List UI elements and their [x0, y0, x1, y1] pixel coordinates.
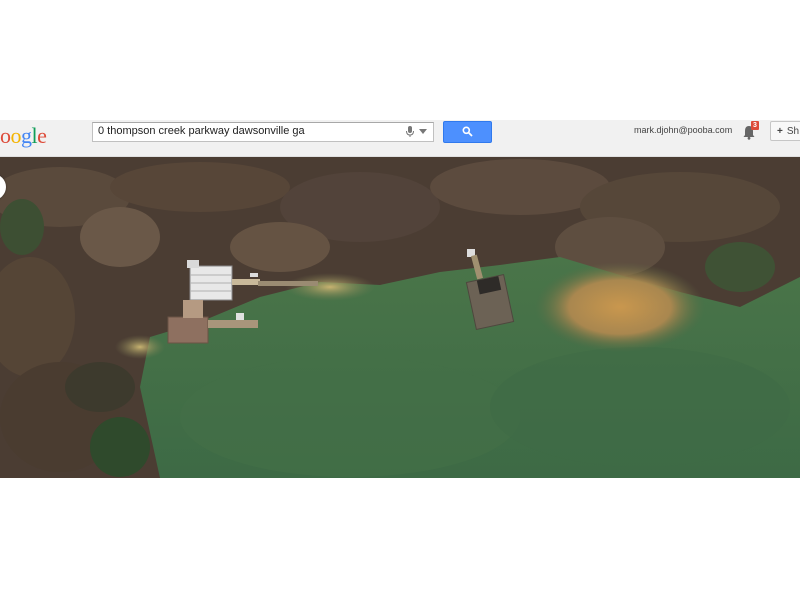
notification-count-badge[interactable]: 3 — [751, 121, 759, 130]
logo-letter: o — [10, 123, 22, 148]
chevron-down-icon[interactable] — [419, 129, 427, 134]
search-button[interactable] — [443, 121, 492, 143]
google-logo[interactable]: oogle — [0, 122, 47, 150]
plus-icon: + — [777, 126, 783, 137]
logo-letter: e — [37, 123, 47, 148]
top-bar: oogle 0 thompson creek parkway dawsonvil… — [0, 120, 800, 157]
logo-letter: g — [21, 123, 32, 148]
search-icon — [462, 126, 473, 137]
search-input[interactable]: 0 thompson creek parkway dawsonville ga — [92, 122, 434, 142]
share-label: Sh — [786, 126, 800, 137]
search-query-text[interactable]: 0 thompson creek parkway dawsonville ga — [98, 125, 305, 137]
microphone-icon[interactable] — [405, 126, 415, 138]
logo-letter: o — [0, 123, 11, 148]
satellite-imagery — [0, 157, 800, 478]
sandy-shore — [535, 262, 705, 352]
user-email[interactable]: mark.djohn@pooba.com — [634, 125, 732, 135]
satellite-map[interactable] — [0, 157, 800, 478]
share-button[interactable]: + Sh — [770, 121, 800, 141]
